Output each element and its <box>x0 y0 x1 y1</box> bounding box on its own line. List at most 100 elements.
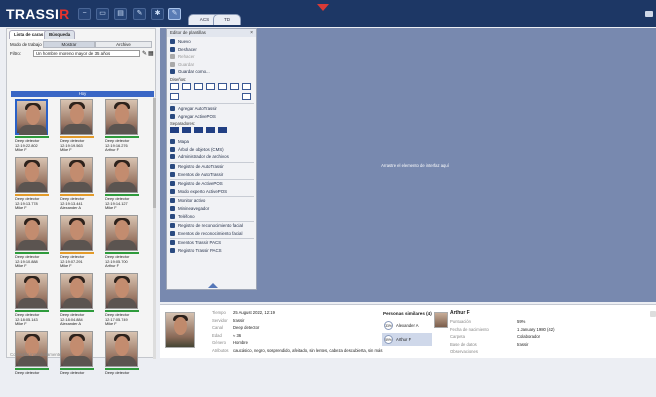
menu-item[interactable]: Rehacer <box>170 53 195 60</box>
face-card[interactable]: Deep detector <box>101 330 145 397</box>
mode-show-button[interactable]: Mostrar <box>43 41 95 48</box>
face-thumbnail[interactable] <box>105 157 138 193</box>
face-thumbnail[interactable] <box>60 99 93 135</box>
face-card[interactable]: Deep detector 12:19:19.563 Mike F <box>56 98 100 165</box>
menu-item-label: Agregar ActivePOS <box>178 113 216 119</box>
face-card[interactable]: Deep detector 12:19:07.291 Mike F <box>56 214 100 281</box>
menu-item[interactable]: Monitor activo <box>170 197 205 204</box>
layout-option[interactable] <box>218 83 227 90</box>
similar-person-row[interactable]: 33% Alexander A <box>382 319 432 332</box>
menu-item-label: Minineavegador <box>178 206 210 211</box>
separator-option[interactable] <box>206 127 215 134</box>
menu-item[interactable]: Nuevo <box>170 38 191 45</box>
menu-item[interactable]: Mapa <box>170 138 189 145</box>
face-card[interactable]: Deep detector 12:19:10.888 Mike F <box>11 214 55 281</box>
pacs-events-icon <box>170 240 175 246</box>
face-thumbnail[interactable] <box>105 273 138 309</box>
menu-item[interactable]: Árbol de objetos (CMS) <box>170 146 224 153</box>
menu-item[interactable]: Guardar como... <box>170 68 210 75</box>
layout-option[interactable] <box>170 93 179 100</box>
wrench-icon[interactable]: ✎ <box>133 8 146 20</box>
face-thumbnail[interactable] <box>105 331 138 367</box>
face-thumbnail[interactable] <box>105 215 138 251</box>
save-as-icon <box>170 69 175 75</box>
card-person: Alexander A <box>60 205 81 211</box>
window-icon[interactable] <box>645 11 653 17</box>
menu-item[interactable]: Registro Trassir PACS <box>170 247 222 254</box>
face-events-icon <box>170 230 175 236</box>
face-card[interactable]: Deep detector <box>56 330 100 397</box>
filter-select[interactable]: Un hombre moreno mayor de 35 años <box>33 50 140 57</box>
layout-option[interactable] <box>182 83 191 90</box>
template-editor-icon[interactable]: ✎ <box>168 8 181 20</box>
edit-person-icon[interactable] <box>650 311 656 317</box>
face-card[interactable]: Deep detector 12:18:04.884 Alexander A <box>56 272 100 339</box>
card-person: Arthur F <box>105 147 120 153</box>
face-thumbnail[interactable] <box>15 157 48 193</box>
face-thumbnail[interactable] <box>15 215 48 251</box>
face-thumbnail[interactable] <box>60 157 93 193</box>
scrollbar-thumb[interactable] <box>153 98 156 208</box>
menu-item[interactable]: Registro de AutoTrassir <box>170 163 224 170</box>
calendar-icon[interactable]: ▦ <box>148 50 154 57</box>
face-card[interactable]: Deep detector 12:19:16.276 Arthur F <box>101 98 145 165</box>
detail-value: ≈ 36 <box>233 332 242 338</box>
menu-item[interactable]: Administrador de archivos <box>170 153 229 160</box>
separator-option[interactable] <box>170 127 179 134</box>
face-thumbnail[interactable] <box>60 331 93 367</box>
face-thumbnail[interactable] <box>105 99 138 135</box>
separator-option[interactable] <box>194 127 203 134</box>
similarity-score: 33% <box>384 321 393 330</box>
minimize-icon[interactable]: − <box>78 8 91 20</box>
mode-archive-button[interactable]: Archive <box>95 41 152 48</box>
face-thumbnail[interactable] <box>15 331 48 367</box>
menu-item[interactable]: Registro de reconocimiento facial <box>170 222 243 229</box>
tab-search[interactable]: Búsqueda <box>44 30 76 39</box>
layout-option[interactable] <box>170 83 179 90</box>
monitor-icon[interactable]: ▭ <box>96 8 109 20</box>
layout-icon[interactable]: ▤ <box>114 8 127 20</box>
tab-face-list[interactable]: Lista de caras <box>9 30 49 39</box>
face-card[interactable]: Deep detector 12:19:13.778 Mike F <box>11 156 55 223</box>
layout-option[interactable] <box>206 83 215 90</box>
menu-item[interactable]: Guardar <box>170 61 194 68</box>
close-icon[interactable]: × <box>250 29 253 37</box>
menu-item[interactable]: Deshacer <box>170 46 197 53</box>
similar-person-row[interactable]: 59% Arthur F <box>382 333 432 346</box>
canvas-drop-hint: Arrastre el elemento de interfaz aquí <box>381 163 449 168</box>
face-thumbnail[interactable] <box>60 273 93 309</box>
settings-icon[interactable]: ✱ <box>151 8 164 20</box>
menu-item[interactable]: Registro de ActivePOS <box>170 180 223 187</box>
layout-option[interactable] <box>242 83 251 90</box>
edit-filter-icon[interactable]: ✎ <box>142 50 147 57</box>
plus-icon <box>170 106 175 111</box>
face-card[interactable]: Deep detector <box>11 330 55 397</box>
layout-option[interactable] <box>194 83 203 90</box>
separator-option[interactable] <box>218 127 227 134</box>
layout-option[interactable] <box>230 83 239 90</box>
layout-option[interactable] <box>242 93 251 100</box>
menu-item[interactable]: Eventos Trassir PACS <box>170 239 221 246</box>
separator-option[interactable] <box>182 127 191 134</box>
face-card[interactable]: Deep detector 12:19:05.700 Arthur F <box>101 214 145 281</box>
face-thumbnail[interactable] <box>15 273 48 309</box>
folder-icon <box>170 154 175 160</box>
face-card[interactable]: Deep detector 12:19:22.802 Mike F <box>11 98 55 165</box>
menu-item[interactable]: Agregar AutoTrassir <box>170 105 217 112</box>
scroll-down-icon[interactable] <box>208 283 218 288</box>
menu-item[interactable]: Modo experto ActivePOS <box>170 188 227 195</box>
menu-item[interactable]: Minineavegador <box>170 205 209 212</box>
face-thumbnail[interactable] <box>15 99 48 135</box>
face-card[interactable]: Deep detector 12:17:05.749 Mike F <box>101 272 145 339</box>
menu-item[interactable]: Agregar ActivePOS <box>170 113 216 120</box>
menu-item[interactable]: Eventos de reconocimiento facial <box>170 230 242 237</box>
menu-item[interactable]: Eventos de AutoTrassir <box>170 171 223 178</box>
face-card[interactable]: Deep detector 12:18:05.143 Mike F <box>11 272 55 339</box>
face-thumbnail[interactable] <box>60 215 93 251</box>
face-card[interactable]: Deep detector 12:19:13.441 Alexander A <box>56 156 100 223</box>
menu-item[interactable]: Teléfono <box>170 213 195 220</box>
face-card[interactable]: Deep detector 12:19:14.127 Mike F <box>101 156 145 223</box>
tab-td[interactable]: TD <box>213 14 241 25</box>
card-channel: Deep detector <box>15 370 40 375</box>
separators-label: Separadores: <box>170 121 196 127</box>
